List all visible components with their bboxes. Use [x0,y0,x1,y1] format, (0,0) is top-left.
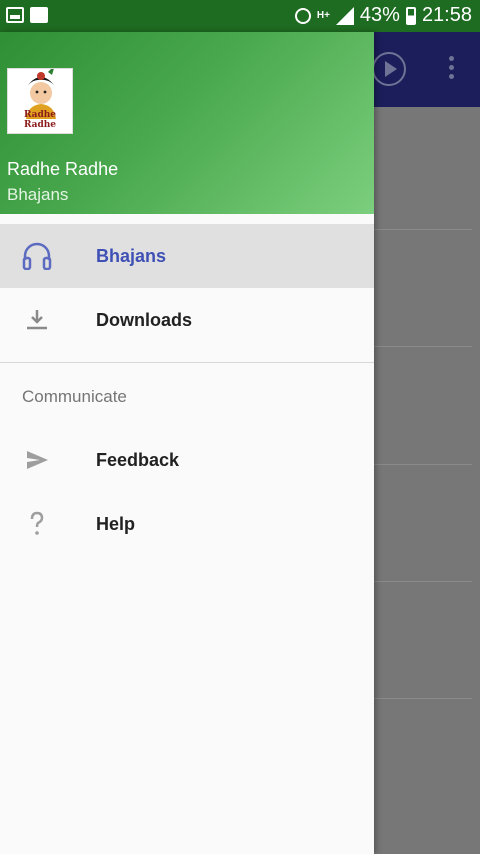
battery-percent: 43% [359,4,400,26]
clock: 21:58 [421,4,472,26]
avatar-caption: Radhe Radhe [23,110,57,130]
list-divider [374,698,472,699]
send-icon [27,451,48,469]
network-type: H+ [316,10,330,21]
section-title-communicate: Communicate [22,387,127,406]
download-icon [27,310,47,330]
drawer-item-downloads[interactable]: Downloads [0,288,374,352]
drawer-item-label: Feedback [96,450,180,470]
drawer-header: Radhe Radhe Radhe Radhe Bhajans [0,32,374,214]
status-bar: H+ 43% 21:58 [0,0,480,32]
headphones-icon [22,242,52,270]
mail-notification-icon [30,7,48,23]
app-name: Radhe Radhe [7,159,119,179]
list-divider [374,229,472,230]
battery-icon [405,6,416,25]
gallery-notification-icon [6,7,24,23]
list-divider [374,464,472,465]
drawer-item-label: Downloads [96,310,193,330]
navigation-drawer: Radhe Radhe Radhe Radhe Bhajans Bhajans … [0,32,374,854]
drawer-item-label: Bhajans [96,246,167,266]
alarm-icon [294,7,311,24]
app-subtitle: Bhajans [7,185,69,204]
drawer-item-feedback[interactable]: Feedback [0,428,374,492]
list-divider [374,346,472,347]
drawer-item-help[interactable]: Help [0,492,374,556]
help-icon [30,511,44,535]
signal-icon [335,6,354,25]
drawer-divider [0,362,374,363]
drawer-item-bhajans[interactable]: Bhajans [0,224,374,288]
list-divider [374,581,472,582]
more-options-icon [446,56,456,82]
background-list [374,107,480,854]
avatar[interactable]: Radhe Radhe [7,68,73,134]
play-icon [372,52,406,86]
drawer-item-label: Help [96,514,136,534]
